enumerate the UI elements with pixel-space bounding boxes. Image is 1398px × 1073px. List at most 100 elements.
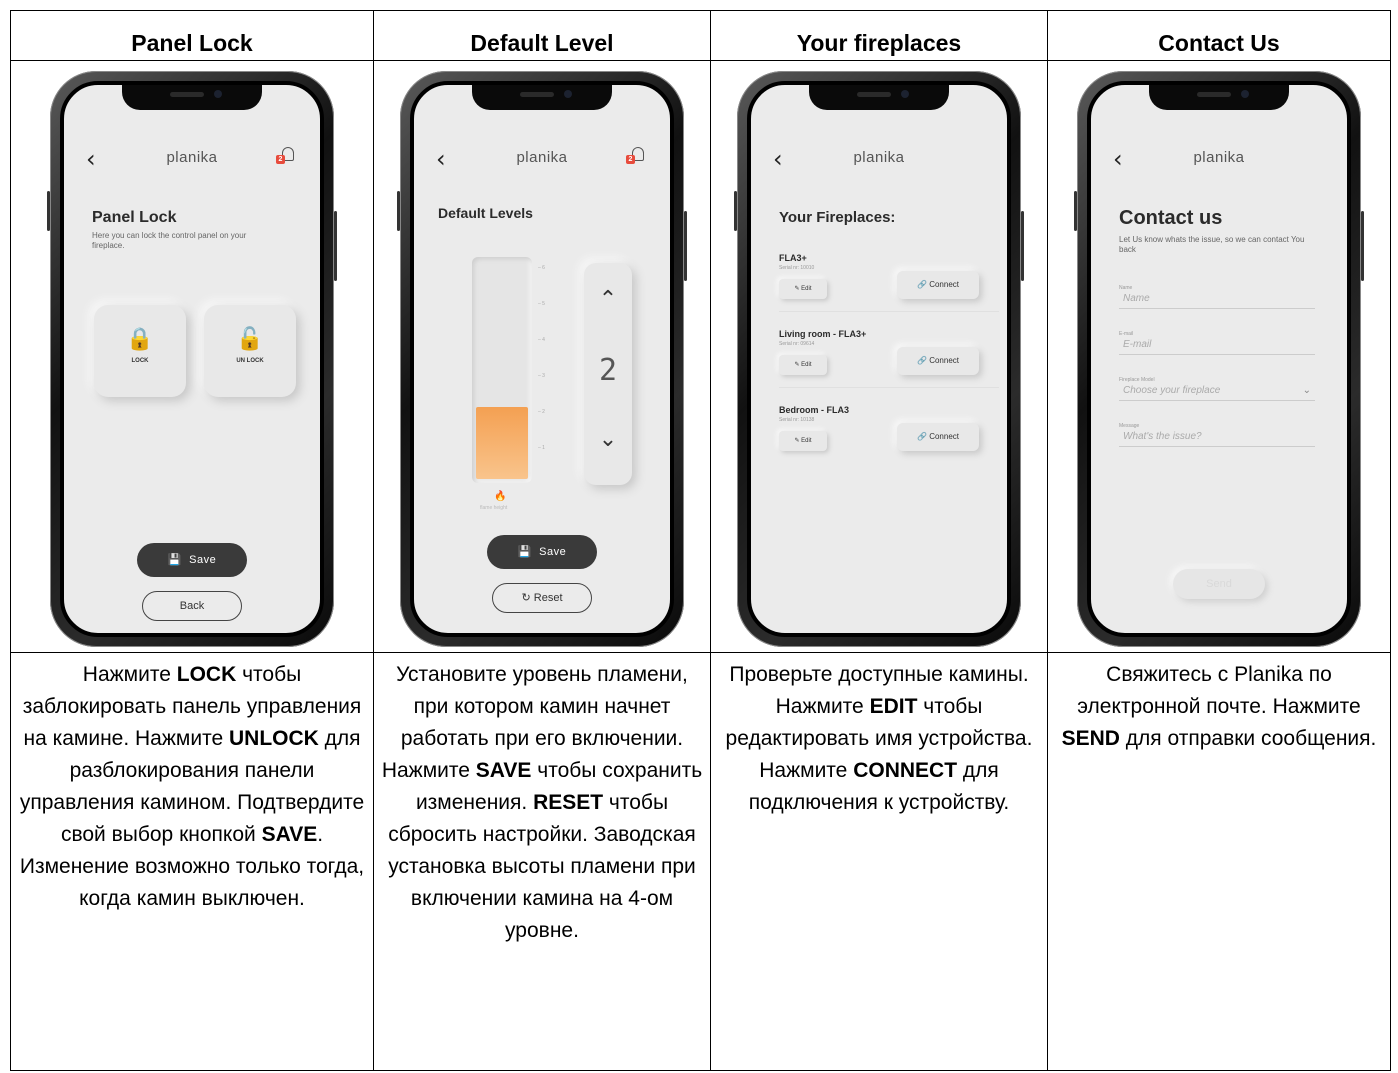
fireplaces-cell: ‹ planika Your Fireplaces: FLA3+ Serial … xyxy=(710,60,1048,653)
connect-button[interactable]: 🔗 Connect xyxy=(897,347,979,375)
description-segment: Свяжитесь с Planika по электронной почте… xyxy=(1077,663,1361,718)
bold-keyword: SAVE xyxy=(475,759,532,782)
level-fill xyxy=(476,407,528,479)
page-subtitle: Here you can lock the control panel on y… xyxy=(92,231,247,250)
unlock-icon: 🔓 xyxy=(236,327,264,352)
fireplace-serial: Serial nr: 09614 xyxy=(779,341,815,347)
chevron-down-icon[interactable]: ⌄ xyxy=(1303,385,1311,396)
bold-keyword: LOCK xyxy=(176,663,237,686)
description-text: Проверьте доступные камины. Нажмите EDIT… xyxy=(726,663,1033,814)
email-field[interactable]: E-mail E-mail xyxy=(1119,331,1315,355)
description-text: Установите уровень пламени, при котором … xyxy=(382,663,702,942)
fireplace-item: Living room - FLA3+ Serial nr: 09614 ✎ E… xyxy=(779,329,999,399)
connect-label: Connect xyxy=(929,432,959,441)
field-label: Fireplace Model xyxy=(1119,377,1155,383)
page-title: Contact us xyxy=(1119,207,1223,229)
phone-screen: ‹ planika Your Fireplaces: FLA3+ Serial … xyxy=(747,81,1011,637)
divider xyxy=(779,311,999,312)
description-text: Нажмите LOCK чтобы заблокировать панель … xyxy=(20,663,364,910)
chevron-down-icon[interactable]: ⌄ xyxy=(584,427,632,452)
message-field[interactable]: Message What's the issue? xyxy=(1119,423,1315,447)
back-button[interactable]: Back xyxy=(142,591,242,621)
field-label: Message xyxy=(1119,423,1140,429)
bell-icon[interactable]: 2 xyxy=(276,147,294,167)
lock-icon: 🔒 xyxy=(126,327,154,352)
level-tick: – 6 xyxy=(538,265,545,271)
phone-frame: ‹ planika Your Fireplaces: FLA3+ Serial … xyxy=(734,71,1024,647)
fireplace-item: FLA3+ Serial nr: 10010 ✎ Edit 🔗 Connect xyxy=(779,253,999,323)
field-placeholder: E-mail xyxy=(1119,339,1315,355)
description-segment: для отправки сообщения. xyxy=(1119,727,1377,750)
bold-keyword: UNLOCK xyxy=(228,727,319,750)
fireplace-name: Living room - FLA3+ xyxy=(779,329,867,339)
notification-badge: 2 xyxy=(626,155,635,164)
unlock-button[interactable]: 🔓 UN LOCK xyxy=(204,305,296,397)
instruction-table: Panel Lock Default Level Your fireplaces… xyxy=(10,10,1391,1071)
flame-icon: 🔥 xyxy=(494,491,507,502)
chevron-up-icon[interactable]: ⌃ xyxy=(584,287,632,312)
connect-label: Connect xyxy=(929,280,959,289)
reset-icon: ↻ xyxy=(521,592,531,604)
bell-icon[interactable]: 2 xyxy=(626,147,644,167)
level-tick: – 1 xyxy=(538,445,545,451)
app-header: ‹ planika 2 xyxy=(64,143,320,173)
level-tick: – 5 xyxy=(538,301,545,307)
save-label: Save xyxy=(539,546,567,558)
phone-frame: ‹ planika Contact us Let Us know whats t… xyxy=(1074,71,1364,647)
level-tick: – 2 xyxy=(538,409,545,415)
send-button[interactable]: Send xyxy=(1173,569,1265,599)
save-button[interactable]: 💾 Save xyxy=(487,535,597,569)
header-contact-us: Contact Us xyxy=(1047,10,1391,61)
level-display: 2 xyxy=(598,353,618,388)
field-placeholder: Name xyxy=(1119,293,1315,309)
edit-icon: ✎ xyxy=(794,438,800,444)
level-ticks: – 6 – 5 – 4 – 3 – 2 – 1 xyxy=(538,257,558,483)
level-tick: – 4 xyxy=(538,337,545,343)
edit-label: Edit xyxy=(801,362,812,368)
page-subtitle: Let Us know whats the issue, so we can c… xyxy=(1119,235,1305,254)
fireplace-item: Bedroom - FLA3 Serial nr: 10138 ✎ Edit 🔗… xyxy=(779,405,979,475)
save-button[interactable]: 💾 Save xyxy=(137,543,247,577)
bold-keyword: EDIT xyxy=(869,695,918,718)
connect-button[interactable]: 🔗 Connect xyxy=(897,423,979,451)
phone-frame: ‹ planika 2 Default Levels – 6– 5– 4– 3–… xyxy=(397,71,687,647)
panel-lock-cell: ‹ planika 2 Panel Lock Here you can lock… xyxy=(10,60,374,653)
level-tick: – 3 xyxy=(538,373,545,379)
edit-icon: ✎ xyxy=(794,286,800,292)
phone-screen: ‹ planika 2 Panel Lock Here you can lock… xyxy=(60,81,324,637)
link-icon: 🔗 xyxy=(917,432,927,441)
flame-label: flame height xyxy=(480,505,508,511)
field-placeholder: What's the issue? xyxy=(1119,431,1315,447)
reset-button[interactable]: ↻ Reset xyxy=(492,583,592,613)
edit-label: Edit xyxy=(801,438,812,444)
header-panel-lock: Panel Lock xyxy=(10,10,374,61)
phone-notch xyxy=(122,85,262,110)
bold-keyword: CONNECT xyxy=(853,759,958,782)
page-title: Default Levels xyxy=(438,205,533,221)
phone-frame: ‹ planika 2 Panel Lock Here you can lock… xyxy=(47,71,337,647)
name-field[interactable]: Name Name xyxy=(1119,285,1315,309)
save-label: Save xyxy=(189,554,217,566)
app-header: ‹ planika 2 xyxy=(414,143,670,173)
lock-button[interactable]: 🔒 LOCK xyxy=(94,305,186,397)
phone-notch xyxy=(809,85,949,110)
desc-fireplaces: Проверьте доступные камины. Нажмите EDIT… xyxy=(710,652,1048,1071)
field-label: E-mail xyxy=(1119,331,1134,337)
edit-button[interactable]: ✎ Edit xyxy=(779,279,827,299)
phone-screen: ‹ planika 2 Default Levels – 6– 5– 4– 3–… xyxy=(410,81,674,637)
edit-icon: ✎ xyxy=(794,362,800,368)
contact-cell: ‹ planika Contact us Let Us know whats t… xyxy=(1047,60,1391,653)
divider xyxy=(779,387,999,388)
bold-keyword: SAVE xyxy=(261,823,318,846)
edit-button[interactable]: ✎ Edit xyxy=(779,355,827,375)
app-header: ‹ planika xyxy=(1091,143,1347,173)
fireplace-model-select[interactable]: Fireplace Model Choose your fireplace ⌄ xyxy=(1119,377,1315,401)
connect-button[interactable]: 🔗 Connect xyxy=(897,271,979,299)
description-segment: Нажмите xyxy=(82,663,177,686)
link-icon: 🔗 xyxy=(917,280,927,289)
bold-keyword: SEND xyxy=(1061,727,1120,750)
desc-panel-lock: Нажмите LOCK чтобы заблокировать панель … xyxy=(10,652,374,1071)
app-header: ‹ planika xyxy=(751,143,1007,173)
level-track[interactable] xyxy=(472,257,532,483)
edit-button[interactable]: ✎ Edit xyxy=(779,431,827,451)
